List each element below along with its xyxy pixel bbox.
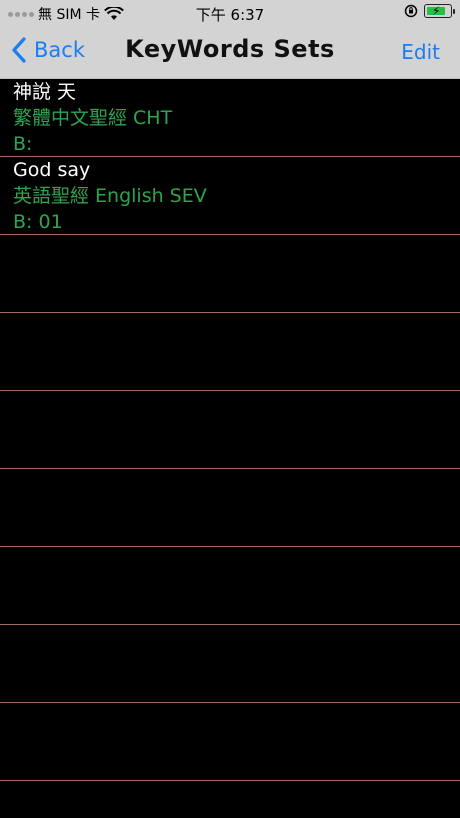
- bible-version-text: 繁體中文聖經 CHT: [13, 107, 173, 129]
- navigation-bar: Back KeyWords Sets Edit: [0, 26, 460, 79]
- empty-row: [0, 625, 460, 703]
- status-bar: 無 SIM 卡 下午 6:37 ⚡: [0, 0, 460, 26]
- edit-button[interactable]: Edit: [401, 40, 440, 64]
- status-right: ⚡: [404, 4, 455, 18]
- keyword-sets-list: 神說 天 繁體中文聖經 CHT B: God say 英語聖經 English …: [0, 79, 460, 781]
- orientation-lock-icon: [404, 4, 418, 18]
- list-item[interactable]: 神說 天 繁體中文聖經 CHT B:: [0, 79, 460, 157]
- empty-row: [0, 703, 460, 781]
- empty-row: [0, 547, 460, 625]
- keywords-text: God say: [13, 159, 91, 181]
- book-text: B: 01: [13, 211, 63, 233]
- empty-row: [0, 313, 460, 391]
- empty-row: [0, 469, 460, 547]
- empty-row: [0, 235, 460, 313]
- list-item[interactable]: God say 英語聖經 English SEV B: 01: [0, 157, 460, 235]
- page-title: KeyWords Sets: [125, 35, 335, 63]
- status-time: 下午 6:37: [195, 6, 265, 24]
- empty-row: [0, 391, 460, 469]
- keywords-text: 神說 天: [13, 81, 77, 103]
- bible-version-text: 英語聖經 English SEV: [13, 185, 207, 207]
- book-text: B:: [13, 133, 33, 155]
- battery-charging-icon: ⚡: [424, 4, 455, 18]
